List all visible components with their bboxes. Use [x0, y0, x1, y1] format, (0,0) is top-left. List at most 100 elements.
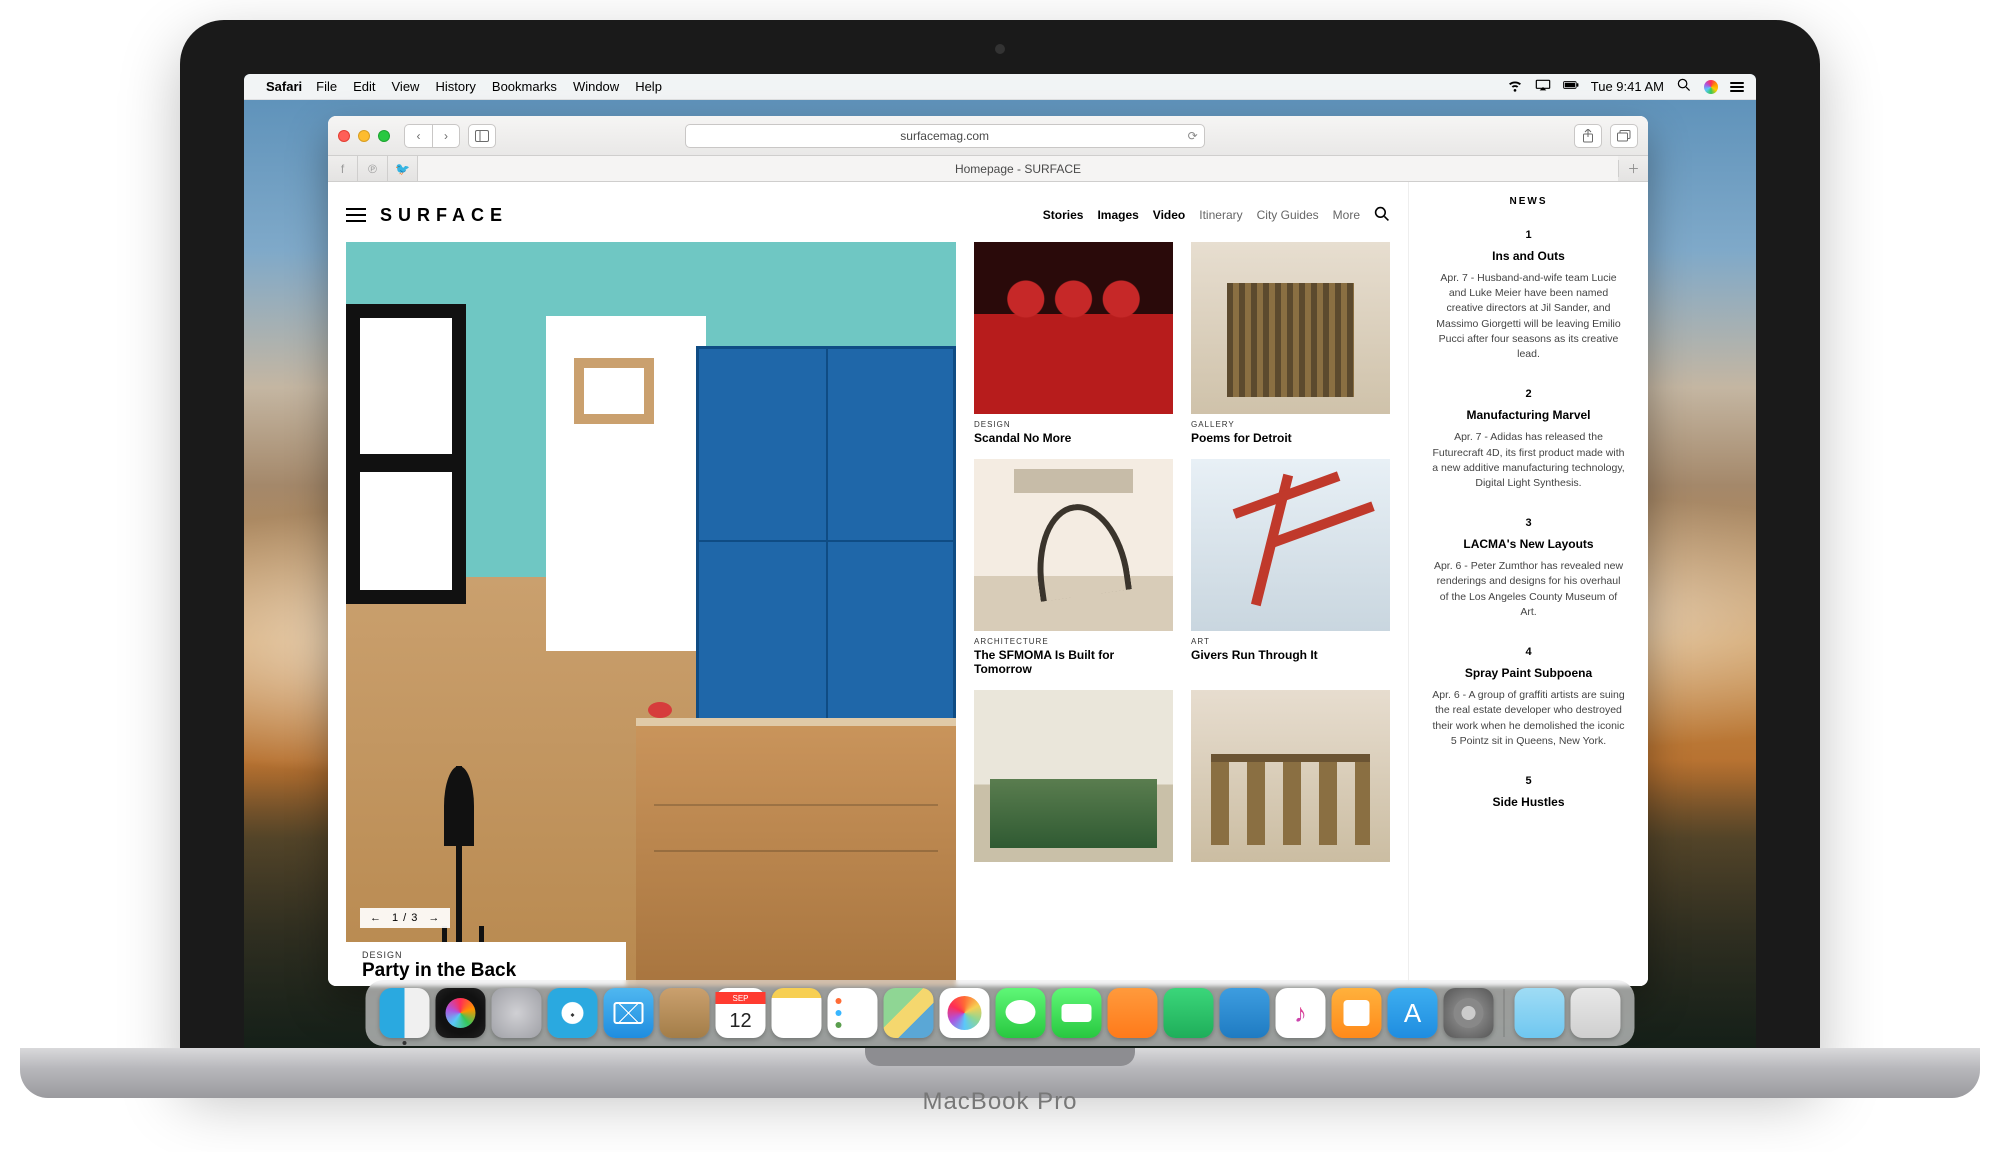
dock-ibooks[interactable] [1332, 988, 1382, 1038]
article-card[interactable]: DESIGN Scandal No More [974, 242, 1173, 445]
news-title: Manufacturing Marvel [1431, 408, 1626, 422]
article-title: The SFMOMA Is Built for Tomorrow [974, 648, 1173, 676]
news-item[interactable]: 5 Side Hustles [1431, 775, 1626, 809]
dock-notes[interactable] [772, 988, 822, 1038]
airplay-icon[interactable] [1535, 78, 1551, 95]
show-tabs-button[interactable] [1610, 124, 1638, 148]
dock-trash[interactable] [1571, 988, 1621, 1038]
nav-itinerary[interactable]: Itinerary [1199, 208, 1242, 222]
dock-facetime[interactable] [1052, 988, 1102, 1038]
forward-button[interactable]: › [432, 124, 460, 148]
wifi-icon[interactable] [1507, 78, 1523, 95]
dock-system-preferences[interactable] [1444, 988, 1494, 1038]
nav-images[interactable]: Images [1097, 208, 1138, 222]
dock-appstore[interactable] [1388, 988, 1438, 1038]
dock-itunes[interactable] [1276, 988, 1326, 1038]
article-thumbnail [974, 459, 1173, 631]
notification-center-icon[interactable] [1730, 82, 1744, 92]
reload-icon[interactable]: ⟳ [1188, 129, 1198, 143]
battery-icon[interactable] [1563, 78, 1579, 95]
menu-bookmarks[interactable]: Bookmarks [492, 79, 557, 94]
article-category: GALLERY [1191, 420, 1390, 429]
dock-downloads[interactable] [1515, 988, 1565, 1038]
menu-view[interactable]: View [392, 79, 420, 94]
laptop-frame: Safari File Edit View History Bookmarks … [180, 20, 1820, 1080]
dock-safari[interactable] [548, 988, 598, 1038]
pager-prev-icon[interactable]: ← [370, 912, 382, 924]
sidebar-toggle-button[interactable] [468, 124, 496, 148]
spotlight-icon[interactable] [1676, 78, 1692, 95]
article-category: ARCHITECTURE [974, 637, 1173, 646]
news-item[interactable]: 2 Manufacturing Marvel Apr. 7 - Adidas h… [1431, 388, 1626, 491]
article-card[interactable] [1191, 690, 1390, 862]
dock-photos[interactable] [940, 988, 990, 1038]
news-body: Apr. 7 - Husband-and-wife team Lucie and… [1431, 271, 1626, 362]
share-button[interactable] [1574, 124, 1602, 148]
menu-file[interactable]: File [316, 79, 337, 94]
dock-numbers[interactable] [1164, 988, 1214, 1038]
dock-siri[interactable] [436, 988, 486, 1038]
dock-separator [1504, 989, 1505, 1037]
macos-dock [366, 980, 1635, 1046]
nav-video[interactable]: Video [1153, 208, 1185, 222]
dock-finder[interactable] [380, 988, 430, 1038]
new-tab-button[interactable]: ＋ [1618, 160, 1648, 177]
site-logo[interactable]: SURFACE [380, 205, 508, 226]
camera-dot [995, 44, 1005, 54]
nav-stories[interactable]: Stories [1043, 208, 1084, 222]
app-menu[interactable]: Safari [266, 79, 302, 94]
article-title: Givers Run Through It [1191, 648, 1390, 662]
article-thumbnail [1191, 459, 1390, 631]
article-card[interactable]: GALLERY Poems for Detroit [1191, 242, 1390, 445]
dock-messages[interactable] [996, 988, 1046, 1038]
search-icon[interactable] [1374, 206, 1390, 225]
news-item[interactable]: 1 Ins and Outs Apr. 7 - Husband-and-wife… [1431, 229, 1626, 362]
hero-pager[interactable]: ← 1 / 3 → [360, 908, 450, 928]
news-number: 2 [1431, 388, 1626, 400]
news-body: Apr. 6 - A group of graffiti artists are… [1431, 688, 1626, 749]
back-button[interactable]: ‹ [404, 124, 432, 148]
article-card[interactable]: ARCHITECTURE The SFMOMA Is Built for Tom… [974, 459, 1173, 676]
menu-history[interactable]: History [435, 79, 475, 94]
news-title: Spray Paint Subpoena [1431, 666, 1626, 680]
pinned-tab-pinterest[interactable]: ℗ [358, 156, 388, 181]
safari-toolbar: ‹ › surfacemag.com ⟳ [328, 116, 1648, 156]
dock-mail[interactable] [604, 988, 654, 1038]
window-close-button[interactable] [338, 130, 350, 142]
article-card[interactable] [974, 690, 1173, 862]
article-thumbnail [1191, 690, 1390, 862]
news-item[interactable]: 4 Spray Paint Subpoena Apr. 6 - A group … [1431, 646, 1626, 749]
nav-more[interactable]: More [1333, 208, 1360, 222]
dock-maps[interactable] [884, 988, 934, 1038]
siri-icon[interactable] [1704, 80, 1718, 94]
sidebar-heading: NEWS [1431, 196, 1626, 207]
news-number: 4 [1431, 646, 1626, 658]
dock-pages[interactable] [1108, 988, 1158, 1038]
dock-launchpad[interactable] [492, 988, 542, 1038]
menu-edit[interactable]: Edit [353, 79, 375, 94]
active-tab[interactable]: Homepage - SURFACE [418, 156, 1618, 181]
hamburger-icon[interactable] [346, 208, 366, 222]
pinned-tab-facebook[interactable]: f [328, 156, 358, 181]
menubar-clock[interactable]: Tue 9:41 AM [1591, 79, 1664, 94]
news-title: LACMA's New Layouts [1431, 537, 1626, 551]
nav-city-guides[interactable]: City Guides [1257, 208, 1319, 222]
dock-contacts[interactable] [660, 988, 710, 1038]
dock-reminders[interactable] [828, 988, 878, 1038]
address-bar[interactable]: surfacemag.com ⟳ [685, 124, 1205, 148]
pager-next-icon[interactable]: → [428, 912, 440, 924]
article-thumbnail [974, 690, 1173, 862]
window-minimize-button[interactable] [358, 130, 370, 142]
news-item[interactable]: 3 LACMA's New Layouts Apr. 6 - Peter Zum… [1431, 517, 1626, 620]
dock-keynote[interactable] [1220, 988, 1270, 1038]
menu-window[interactable]: Window [573, 79, 619, 94]
hero-article[interactable]: ← 1 / 3 → DESIGN Party in the Back [346, 242, 956, 986]
article-card[interactable]: ART Givers Run Through It [1191, 459, 1390, 676]
safari-window: ‹ › surfacemag.com ⟳ f ℗ 🐦 Homepage - SU… [328, 116, 1648, 986]
dock-calendar[interactable] [716, 988, 766, 1038]
menu-help[interactable]: Help [635, 79, 662, 94]
window-zoom-button[interactable] [378, 130, 390, 142]
news-body: Apr. 7 - Adidas has released the Futurec… [1431, 430, 1626, 491]
article-title: Poems for Detroit [1191, 431, 1390, 445]
pinned-tab-twitter[interactable]: 🐦 [388, 156, 418, 181]
